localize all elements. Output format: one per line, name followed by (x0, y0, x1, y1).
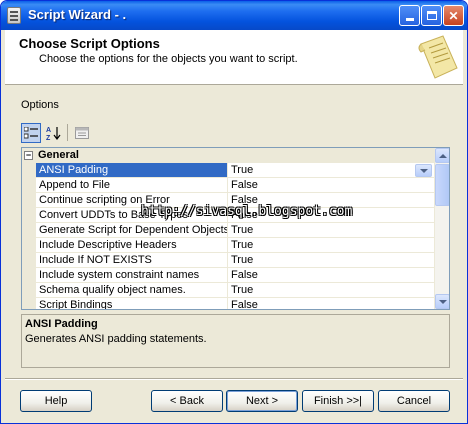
property-row-system-constraint-names[interactable]: Include system constraint names False (22, 268, 434, 283)
property-value[interactable]: False (228, 193, 434, 208)
vertical-scrollbar[interactable] (434, 148, 449, 309)
property-row-continue-on-error[interactable]: Continue scripting on Error False (22, 193, 434, 208)
property-pages-button[interactable] (72, 123, 92, 143)
help-button[interactable]: Help (20, 390, 92, 412)
property-row-descriptive-headers[interactable]: Include Descriptive Headers True (22, 238, 434, 253)
close-button[interactable]: ✕ (443, 5, 464, 26)
scroll-up-button[interactable] (435, 148, 449, 163)
property-value[interactable]: True (228, 223, 434, 238)
property-row-dependent-objects[interactable]: Generate Script for Dependent Objects Tr… (22, 223, 434, 238)
property-row-script-bindings[interactable]: Script Bindings False (22, 298, 434, 309)
finish-button[interactable]: Finish >>| (302, 390, 374, 412)
minimize-button[interactable] (399, 5, 420, 26)
row-gutter (22, 253, 36, 268)
sort-az-icon: A Z (46, 127, 61, 141)
row-gutter (22, 283, 36, 298)
categorized-button[interactable] (21, 123, 41, 143)
close-icon: ✕ (448, 8, 459, 23)
options-label: Options (21, 99, 59, 111)
description-text: Generates ANSI padding statements. (25, 333, 207, 345)
property-name[interactable]: Include Descriptive Headers (36, 238, 228, 253)
property-value[interactable]: False (228, 178, 434, 193)
row-gutter (22, 298, 36, 309)
page-title: Choose Script Options (19, 36, 160, 51)
property-name[interactable]: Script Bindings (36, 298, 228, 309)
property-value[interactable]: False (228, 268, 434, 283)
page-subtitle: Choose the options for the objects you w… (39, 53, 298, 65)
property-name[interactable]: ANSI Padding (36, 163, 228, 178)
row-gutter (22, 238, 36, 253)
property-value[interactable]: False (228, 208, 434, 223)
alphabetical-button[interactable]: A Z (44, 123, 64, 143)
scroll-down-button[interactable] (435, 294, 449, 309)
wizard-header: Choose Script Options Choose the options… (5, 30, 463, 85)
back-button[interactable]: < Back (151, 390, 223, 412)
property-grid-toolbar: A Z (21, 121, 449, 143)
row-gutter (22, 268, 36, 283)
property-row-if-not-exists[interactable]: Include If NOT EXISTS True (22, 253, 434, 268)
property-name[interactable]: Include system constraint names (36, 268, 228, 283)
maximize-icon (426, 11, 437, 20)
window-title: Script Wizard - . (28, 7, 127, 22)
description-title: ANSI Padding (25, 318, 98, 330)
scroll-thumb[interactable] (435, 164, 449, 206)
property-row-convert-uddts[interactable]: Convert UDDTs to Base Types False (22, 208, 434, 223)
property-value[interactable]: False (228, 298, 434, 309)
row-gutter (22, 208, 36, 223)
script-wizard-window: Script Wizard - . ✕ Choose Script Option… (0, 0, 468, 424)
property-pages-icon (75, 127, 89, 139)
property-name[interactable]: Convert UDDTs to Base Types (36, 208, 228, 223)
property-value[interactable]: True (228, 253, 434, 268)
property-row-schema-qualify[interactable]: Schema qualify object names. True (22, 283, 434, 298)
toolbar-separator (67, 124, 68, 141)
button-separator (5, 378, 463, 380)
property-name[interactable]: Append to File (36, 178, 228, 193)
row-gutter (22, 223, 36, 238)
collapse-icon[interactable]: − (24, 151, 33, 160)
property-name[interactable]: Schema qualify object names. (36, 283, 228, 298)
property-name[interactable]: Include If NOT EXISTS (36, 253, 228, 268)
property-name[interactable]: Continue scripting on Error (36, 193, 228, 208)
row-gutter (22, 193, 36, 208)
value-dropdown-button[interactable] (415, 164, 432, 177)
next-button[interactable]: Next > (226, 390, 298, 412)
svg-text:A: A (46, 127, 51, 134)
property-name[interactable]: Generate Script for Dependent Objects (36, 223, 228, 238)
scroll-document-icon (418, 35, 458, 79)
property-row-append-to-file[interactable]: Append to File False (22, 178, 434, 193)
script-wizard-app-icon (7, 7, 21, 24)
property-value[interactable]: True (228, 163, 434, 178)
category-general[interactable]: − General (22, 148, 434, 163)
maximize-button[interactable] (421, 5, 442, 26)
property-value[interactable]: True (228, 238, 434, 253)
property-row-ansi-padding[interactable]: ANSI Padding True (22, 163, 434, 178)
svg-text:Z: Z (46, 135, 51, 141)
category-label: General (38, 149, 79, 161)
minimize-icon (405, 18, 414, 21)
description-panel: ANSI Padding Generates ANSI padding stat… (21, 314, 450, 368)
property-value[interactable]: True (228, 283, 434, 298)
title-bar[interactable]: Script Wizard - . ✕ (1, 1, 467, 30)
row-gutter (22, 163, 36, 178)
cancel-button[interactable]: Cancel (378, 390, 450, 412)
property-grid: − General ANSI Padding True Append to Fi… (21, 147, 450, 310)
categorized-icon (24, 127, 38, 139)
row-gutter (22, 178, 36, 193)
